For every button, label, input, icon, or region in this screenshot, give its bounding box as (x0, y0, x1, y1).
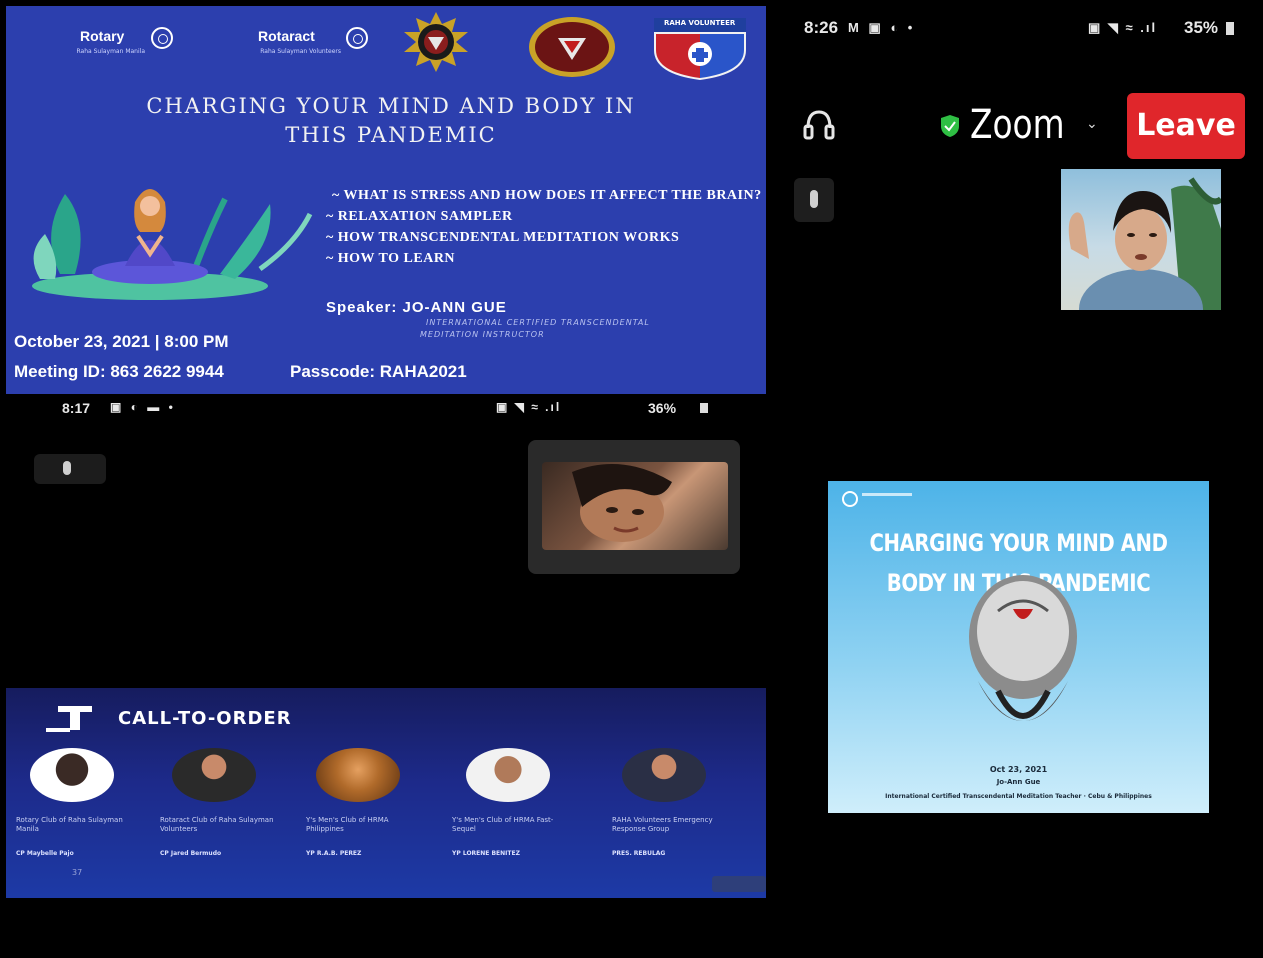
participant-org: RAHA Volunteers Emergency Response Group (612, 816, 713, 833)
battery-icon (700, 403, 708, 413)
right-phone-screen: 8:26 M ▣ ◐ • ▣ ◥ ≈ .ıl 35% Zoom ⌄ Leave … (766, 6, 1263, 896)
meeting-passcode: Passcode: RAHA2021 (290, 362, 467, 381)
event-date-time: October 23, 2021 | 8:00 PM (14, 332, 229, 351)
leave-button[interactable]: Leave (1127, 93, 1245, 159)
raha-volunteer-badge: RAHA VOLUNTEER (650, 14, 750, 82)
podium-icon (44, 704, 102, 734)
meditation-illustration (20, 174, 316, 304)
poster-title-line-1: CHARGING YOUR MIND AND BODY IN (146, 94, 636, 118)
poster-title: CHARGING YOUR MIND AND BODY IN THIS PAND… (46, 92, 736, 150)
participant-avatar (622, 748, 706, 802)
participant-avatar (466, 748, 550, 802)
rotaract-logo-subtext: Raha Sulayman Volunteers (260, 48, 341, 55)
status-battery: 35% (1184, 18, 1219, 37)
shared-screen-slide: CHARGING YOUR MIND AND BODY IN THIS PAND… (828, 481, 1209, 813)
status-time: 8:17 (62, 400, 91, 416)
meeting-id: Meeting ID: 863 2622 9944 (14, 362, 224, 381)
rotaract-wheel-icon (346, 27, 368, 49)
shared-slide-date: Oct 23, 2021 (989, 765, 1048, 774)
shared-slide-footer: International Certified Transcendental M… (885, 793, 1152, 800)
organization-logo-text-line (862, 493, 912, 496)
meeting-app-title[interactable]: Zoom (970, 102, 1065, 148)
raha-volunteer-badge-text: RAHA VOLUNTEER (664, 19, 736, 27)
shared-slide-speaker: Jo-Ann Gue (996, 778, 1041, 786)
participant-org: Y's Men's Club of HRMA Philippines (306, 816, 389, 833)
head-illustration (938, 571, 1108, 751)
rotary-logo: Rotary Raha Sulayman Manila (20, 24, 190, 64)
rotary-logo-subtext: Raha Sulayman Manila (76, 48, 145, 55)
participant-avatar (30, 748, 114, 802)
speaker-name: Speaker: JO-ANN GUE (326, 299, 507, 316)
poster-title-line-2: THIS PANDEMIC (285, 123, 497, 147)
encryption-shield-icon (940, 114, 960, 138)
participant-video-feed (542, 462, 728, 550)
slide-nav-tab[interactable] (712, 876, 766, 892)
status-battery: 36% (648, 400, 677, 416)
participant-name: YP R.A.B. PEREZ (306, 850, 362, 857)
participant-org: Rotary Club of Raha Sulayman Manila (16, 816, 123, 833)
status-time: 8:26 (804, 18, 839, 37)
speaker-credential: INTERNATIONAL CERTIFIED TRANSCENDENTAL (426, 318, 650, 327)
poster-bullet-item: ~ HOW TO LEARN (326, 251, 456, 266)
rotaract-logo-text: Rotaract (258, 28, 315, 44)
participant-name: YP LORENE BENITEZ (452, 850, 520, 857)
poster-bullet-item: ~ HOW TRANSCENDENTAL MEDITATION WORKS (326, 230, 680, 245)
rotary-wheel-icon (151, 27, 173, 49)
participant-avatar (316, 748, 400, 802)
poster-bullet-item: ~ RELAXATION SAMPLER (326, 209, 513, 224)
status-notification-icons: ▣ ◐ ▬ • (110, 400, 176, 414)
participant-video-tile[interactable] (528, 440, 740, 574)
participant-name: PRES. REBULAG (612, 850, 666, 857)
ymca-emblem-icon (528, 16, 616, 78)
mute-button[interactable] (794, 178, 834, 222)
participant-org: Rotaract Club of Raha Sulayman Volunteer… (160, 816, 274, 833)
microphone-icon (810, 190, 818, 208)
event-poster: Rotary Raha Sulayman Manila Rotaract Rah… (6, 6, 766, 394)
speaker-video-tile[interactable] (1061, 169, 1221, 310)
poster-bullet-item: ~ WHAT IS STRESS AND HOW DOES IT AFFECT … (332, 188, 762, 203)
mens-club-emblem-icon (396, 10, 476, 74)
mute-button[interactable] (34, 454, 106, 484)
audio-icon[interactable] (802, 106, 836, 146)
status-signal-icons: ▣ ◥ ≈ .ıl (1088, 20, 1158, 35)
shared-slide-title-line-1: CHARGING YOUR MIND AND (869, 529, 1168, 557)
speaker-credential: MEDITATION INSTRUCTOR (420, 330, 545, 339)
chevron-down-icon[interactable]: ⌄ (1086, 116, 1098, 132)
status-notification-icons: M ▣ ◐ • (848, 20, 916, 35)
left-phone-screen: 8:17 ▣ ◐ ▬ • ▣ ◥ ≈ .ıl 36% (6, 394, 766, 688)
rotary-logo-text: Rotary (80, 28, 125, 44)
participant-avatar (172, 748, 256, 802)
call-to-order-title: CALL-TO-ORDER (118, 708, 292, 729)
slide-page-number: 37 (72, 868, 83, 877)
battery-icon (1226, 22, 1234, 35)
participant-name: CP Jared Bermudo (160, 850, 222, 857)
rotaract-logo: Rotaract Raha Sulayman Volunteers (196, 24, 386, 64)
microphone-icon (63, 461, 71, 475)
status-signal-icons: ▣ ◥ ≈ .ıl (496, 400, 562, 414)
call-to-order-slide: CALL-TO-ORDER Rotary Club of Raha Sulaym… (6, 688, 766, 898)
organization-logo-icon (842, 491, 858, 507)
participant-name: CP Maybelle Pajo (16, 850, 74, 857)
participant-org: Y's Men's Club of HRMA Fast-Sequel (452, 816, 554, 833)
